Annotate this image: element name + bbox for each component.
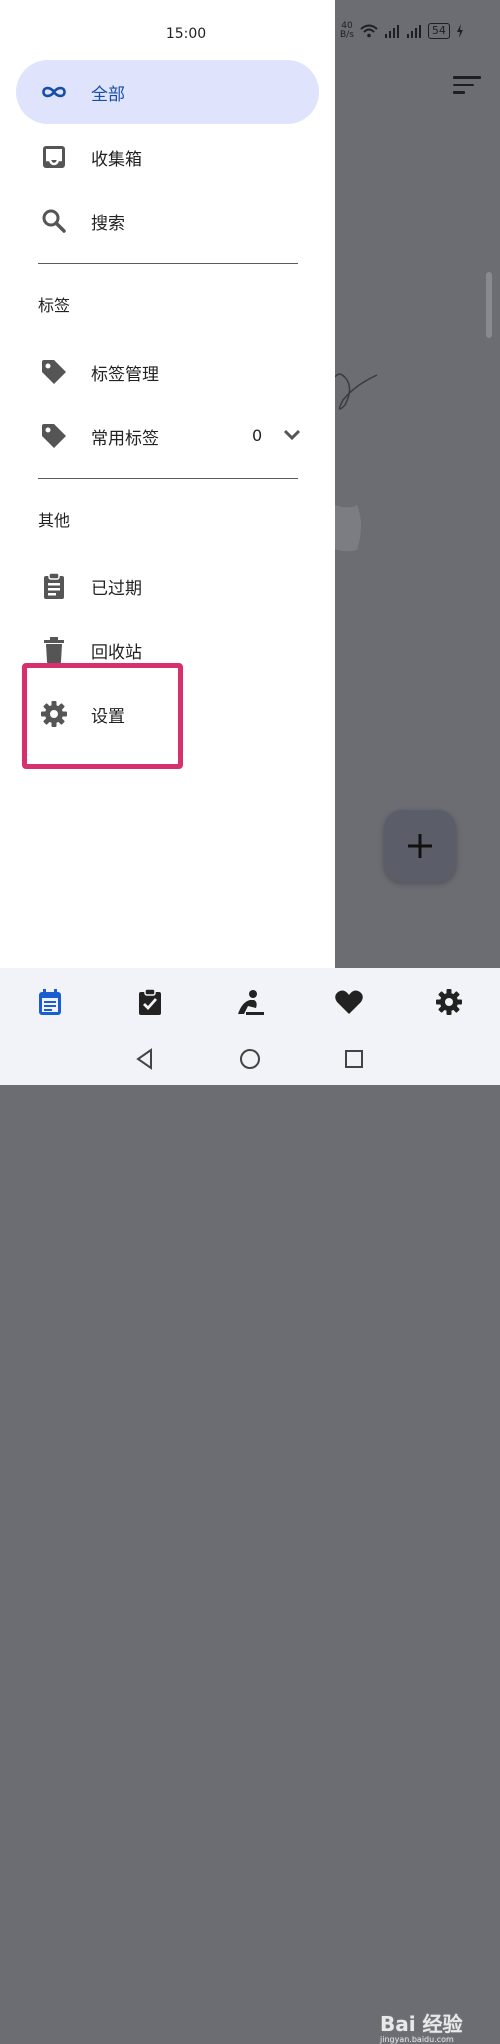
add-fab-button[interactable] [384, 810, 456, 882]
nav-item-search[interactable]: 搜索 [16, 189, 319, 253]
plus-icon [408, 834, 432, 858]
search-icon [40, 207, 68, 235]
tag-count: 0 [252, 426, 263, 445]
nav-item-all[interactable]: 全部 [16, 60, 319, 124]
signal-icon-2 [406, 25, 421, 38]
nav-item-inbox[interactable]: 收集箱 [16, 125, 319, 189]
status-time: 15:00 [165, 26, 207, 42]
trash-icon [40, 636, 68, 664]
infinity-icon [40, 78, 68, 106]
tab-favorites[interactable] [331, 984, 367, 1020]
nav-item-label: 收集箱 [91, 149, 142, 170]
home-icon[interactable] [239, 1048, 261, 1070]
nav-item-label: 搜索 [91, 213, 125, 234]
sort-button[interactable] [453, 76, 481, 98]
calendar-icon [39, 989, 61, 1015]
task-check-icon [139, 988, 161, 1015]
tab-focus[interactable] [232, 984, 268, 1020]
back-icon[interactable] [134, 1048, 156, 1070]
nav-item-label: 回收站 [91, 642, 142, 663]
section-heading-tags: 标签 [38, 296, 71, 315]
charging-icon [456, 24, 463, 38]
nav-item-label: 已过期 [91, 578, 142, 599]
tag-icon [40, 358, 68, 386]
clipboard-icon [40, 572, 68, 600]
nav-item-expired[interactable]: 已过期 [16, 554, 319, 618]
nav-item-label: 全部 [91, 84, 125, 105]
divider [38, 478, 298, 479]
highlight-annotation-box [22, 663, 183, 769]
nav-item-tag-management[interactable]: 标签管理 [16, 340, 319, 404]
nav-item-label: 标签管理 [91, 364, 159, 385]
nav-item-label: 常用标签 [91, 428, 159, 449]
settings-icon [436, 989, 462, 1015]
navigation-drawer: 15:00 全部 收集箱 搜索 标签 标签管理 常用标签 0 其他 已过期 回收… [0, 0, 335, 968]
scrollbar[interactable] [486, 272, 492, 338]
heart-icon [335, 990, 363, 1014]
chevron-down-icon[interactable] [282, 428, 302, 442]
inbox-icon [40, 143, 68, 171]
bottom-navigation: Bai 经验 jingyan.baidu.com [0, 968, 500, 2044]
tab-tasks[interactable] [132, 984, 168, 1020]
watermark-logo: Bai 经验 jingyan.baidu.com [380, 2012, 463, 2044]
meditation-icon [238, 990, 264, 1015]
section-heading-other: 其他 [38, 511, 71, 530]
recents-icon[interactable] [343, 1048, 365, 1070]
battery-indicator: 54 [427, 23, 450, 39]
tab-settings[interactable] [431, 984, 467, 1020]
signal-icon [384, 25, 399, 38]
nav-item-frequent-tags[interactable]: 常用标签 [16, 404, 319, 468]
tag-icon [40, 422, 68, 450]
divider [38, 263, 298, 264]
empty-state-illustration [335, 373, 378, 552]
tab-calendar[interactable] [32, 984, 68, 1020]
